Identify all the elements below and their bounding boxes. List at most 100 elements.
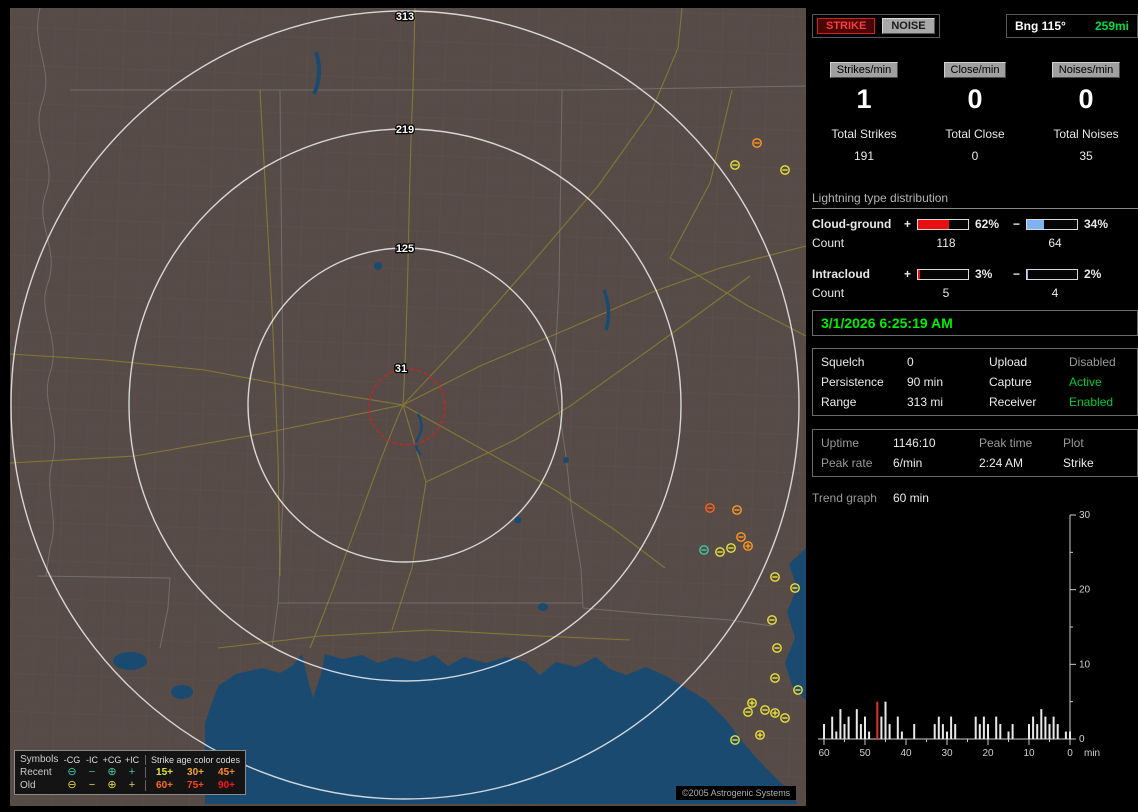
range-label: Range (821, 395, 857, 409)
trend-bar (864, 716, 866, 739)
age-code: 45+ (218, 767, 235, 778)
plus-icon: + (128, 779, 136, 791)
trend-bar (1044, 716, 1047, 739)
trend-bar (999, 724, 1002, 739)
stat-close: Close/min 0 Total Close 0 (923, 60, 1027, 163)
plus-sign: + (904, 217, 912, 231)
strikes-per-min-value: 1 (856, 84, 872, 114)
copyright: ©2005 Astrogenic Systems (676, 786, 797, 800)
trend-bar (1036, 724, 1039, 739)
peaktime-value: 2:24 AM (979, 456, 1024, 470)
trend-bar (1007, 731, 1010, 739)
negative-ic-bar (1026, 268, 1078, 280)
signal-toggle-group: STRIKE NOISE (812, 14, 940, 38)
legend-age-title: Strike age color codes (150, 754, 241, 765)
legend-recent-label: Recent (20, 767, 52, 778)
control-panel: STRIKE NOISE Bng 115° 259mi Strikes/min … (812, 0, 1138, 812)
settings-panel: Squelch 0 Upload Disabled Persistence 90… (812, 348, 1138, 416)
total-noises-label: Total Noises (1053, 127, 1119, 141)
trend-bar (900, 731, 903, 739)
peaktime-label: Peak time (979, 436, 1033, 450)
positive-ic-count: 5 (942, 286, 950, 300)
total-strikes-value: 191 (853, 149, 875, 163)
positive-cg-pct: 62% (975, 217, 1000, 231)
range-ring-label: 313 (396, 11, 414, 23)
stat-strikes: Strikes/min 1 Total Strikes 191 (812, 60, 916, 163)
trend-bar (1032, 716, 1035, 739)
noises-per-min-value: 0 (1078, 84, 1094, 114)
negative-cg-bar (1026, 218, 1078, 230)
capture-label: Capture (989, 375, 1032, 389)
trend-bar (913, 724, 916, 739)
strike-button[interactable]: STRIKE (817, 18, 876, 34)
distribution-table: Cloud-ground + 62% − 34% Count 118 64 In… (812, 217, 1138, 300)
top-controls: STRIKE NOISE Bng 115° 259mi (812, 14, 1138, 38)
trend-bar (859, 724, 862, 739)
trend-bar (1040, 709, 1043, 739)
trend-bar (835, 731, 838, 739)
trend-axes (818, 515, 1071, 740)
minus-sign: − (1013, 217, 1021, 231)
trend-bar (884, 701, 887, 739)
negative-cg-pct: 34% (1084, 217, 1109, 231)
dist-row-name: Cloud-ground (812, 217, 892, 231)
noise-button[interactable]: NOISE (882, 18, 935, 34)
upload-label: Upload (989, 355, 1028, 369)
plot-label: Plot (1063, 436, 1084, 450)
x-tick-label: 60 (818, 748, 830, 759)
x-axis-unit: min (1084, 748, 1100, 759)
range-ring-label: 31 (395, 363, 407, 375)
positive-ic-pct: 3% (975, 267, 993, 281)
negative-cg-count: 64 (1048, 236, 1062, 250)
capture-status: Active (1069, 375, 1102, 389)
peakrate-label: Peak rate (821, 456, 873, 470)
uptime-label: Uptime (821, 436, 860, 450)
x-tick-label: 50 (859, 748, 871, 759)
trend-bar (946, 731, 948, 739)
trend-bar (1064, 731, 1067, 739)
circle-plus-icon: ⊕ (107, 779, 117, 791)
distribution-title: Lightning type distribution (812, 191, 949, 205)
x-tick-label: 30 (941, 748, 953, 759)
age-code: 60+ (156, 780, 173, 791)
trend-bar (1052, 716, 1055, 739)
trend-bar (982, 716, 985, 739)
positive-cg-count: 118 (936, 236, 956, 250)
squelch-label: Squelch (821, 355, 865, 369)
x-tick-label: 0 (1067, 748, 1073, 759)
range-ring-label: 219 (396, 124, 414, 136)
receiver-status: Enabled (1069, 395, 1114, 409)
legend-recent-row: Recent ⊖ − ⊕ + 15+ 30+ 45+ (18, 766, 242, 779)
rate-stats: Strikes/min 1 Total Strikes 191 Close/mi… (812, 60, 1138, 163)
circle-minus-icon: ⊖ (67, 766, 77, 778)
trend-bar (880, 716, 883, 739)
trend-window-value: 60 min (892, 491, 929, 505)
stat-noises: Noises/min 0 Total Noises 35 (1034, 60, 1138, 163)
minus-sign: − (1013, 267, 1021, 281)
age-code: 90+ (218, 780, 235, 791)
legend-header-row: Symbols -CG -IC +CG +IC Strike age color… (18, 753, 242, 766)
trend-bar (1011, 724, 1014, 739)
x-tick-label: 20 (982, 748, 994, 759)
legend-col-pcg: +CG (102, 754, 122, 765)
positive-ic-bar (917, 268, 969, 280)
trend-bar (933, 724, 936, 739)
trend-bar (1028, 724, 1030, 739)
trend-bar (888, 724, 891, 739)
legend-old-row: Old ⊖ − ⊕ + 60+ 75+ 90+ (18, 779, 242, 792)
trend-bar (855, 709, 858, 739)
trend-bar (950, 716, 953, 739)
trend-bar (987, 724, 989, 739)
trend-bar (974, 716, 977, 739)
dist-row-name: Intracloud (812, 267, 871, 281)
legend-col-pic: +IC (124, 754, 140, 765)
x-tick-label: 10 (1023, 748, 1035, 759)
trend-bar (843, 724, 846, 739)
circle-plus-icon: ⊕ (107, 766, 117, 778)
minus-icon: − (88, 779, 96, 791)
count-label: Count (812, 286, 845, 300)
circle-minus-icon: ⊖ (67, 779, 77, 791)
close-per-min-value: 0 (967, 84, 983, 114)
trend-bar (847, 716, 850, 739)
trend-bar (823, 724, 825, 739)
